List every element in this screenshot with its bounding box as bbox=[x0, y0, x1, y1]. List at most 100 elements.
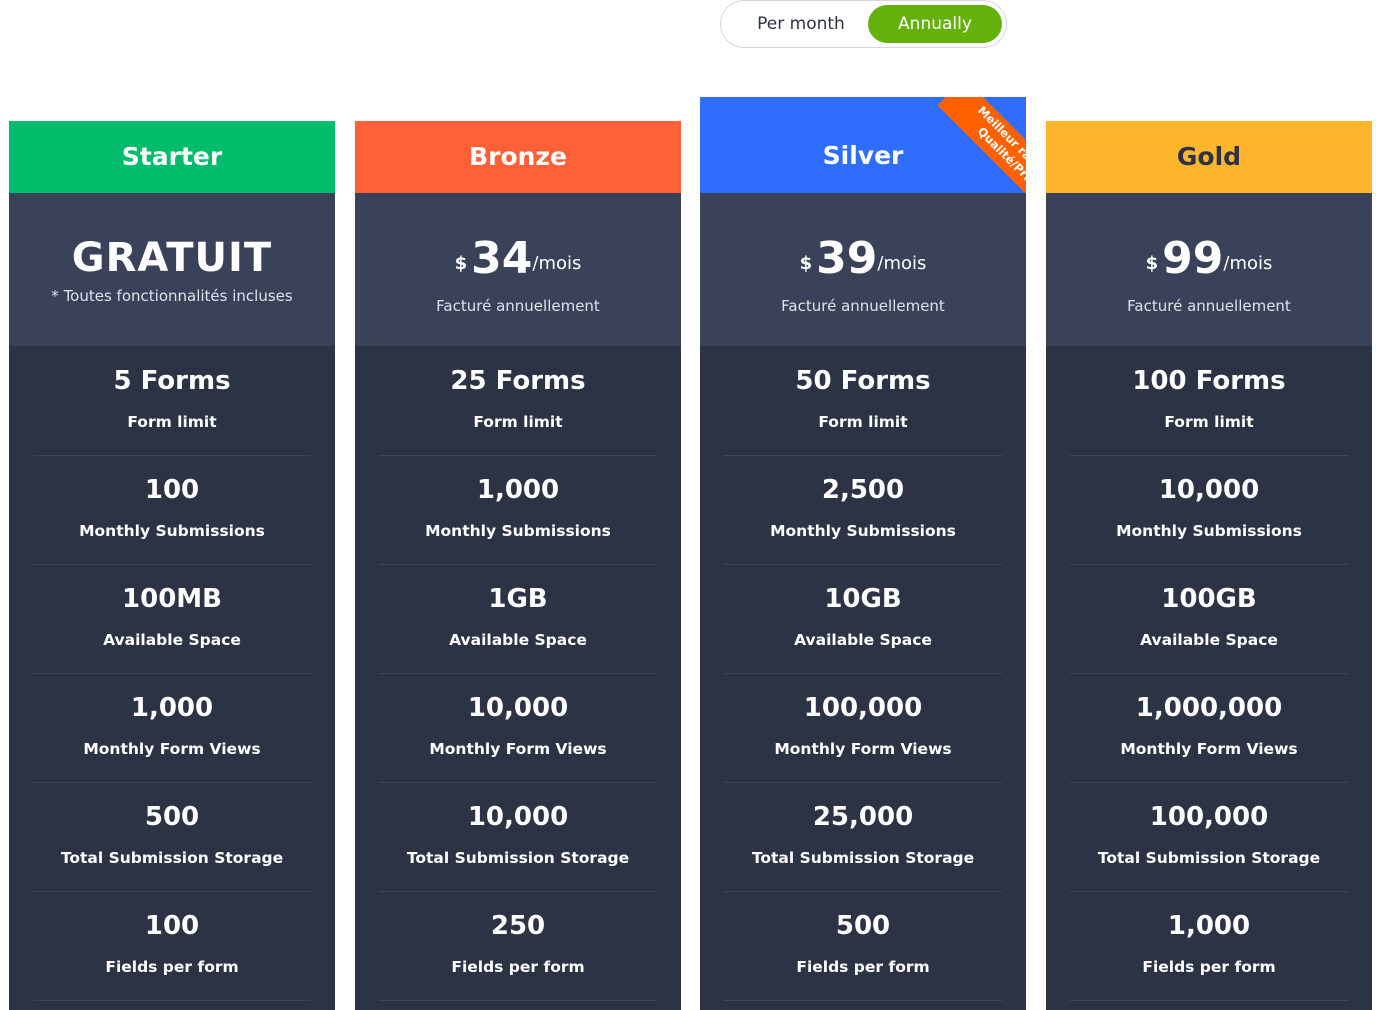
feature-label: Available Space bbox=[449, 631, 587, 649]
feature-row: 25,000 Total Submission Storage bbox=[724, 782, 1002, 892]
ribbon-text: Meilleur rapport Qualité/Prix bbox=[937, 97, 1026, 207]
feature-value: 1,000 bbox=[1167, 911, 1251, 941]
annually-option[interactable]: Annually bbox=[868, 5, 1002, 43]
price-value: 34 bbox=[471, 233, 533, 284]
feature-label: Fields per form bbox=[105, 958, 239, 976]
feature-row: 1,000 Fields per form bbox=[1070, 891, 1348, 1001]
billing-note: Facturé annuellement bbox=[436, 297, 600, 315]
feature-row: 500 Fields per form bbox=[724, 891, 1002, 1001]
price-period: /mois bbox=[1223, 253, 1273, 274]
feature-label: Fields per form bbox=[451, 958, 585, 976]
feature-row: 1,000 Monthly Form Views bbox=[33, 673, 311, 783]
billing-toggle[interactable]: Per month Annually bbox=[720, 0, 1007, 48]
feature-label: Monthly Submissions bbox=[79, 522, 265, 540]
feature-label: Monthly Form Views bbox=[83, 740, 261, 758]
feature-row: 2,500 Monthly Submissions bbox=[724, 455, 1002, 565]
feature-label: Total Submission Storage bbox=[406, 849, 630, 867]
plan-header: Bronze bbox=[355, 121, 681, 193]
feature-label: Available Space bbox=[1140, 631, 1278, 649]
feature-label: Total Submission Storage bbox=[60, 849, 284, 867]
feature-label: Form limit bbox=[1164, 413, 1254, 431]
feature-value: 500 bbox=[835, 911, 891, 941]
feature-row: 10,000 Monthly Submissions bbox=[1070, 455, 1348, 565]
feature-label: Total Submission Storage bbox=[751, 849, 975, 867]
feature-label: Fields per form bbox=[796, 958, 930, 976]
feature-value: 500 bbox=[144, 802, 200, 832]
feature-value: 100,000 bbox=[803, 693, 923, 723]
feature-value: 1,000 bbox=[130, 693, 214, 723]
currency: $ bbox=[799, 253, 813, 274]
feature-label: Monthly Submissions bbox=[425, 522, 611, 540]
price-block: $99/mois Facturé annuellement bbox=[1046, 193, 1372, 346]
feature-row: 5 Forms Form limit bbox=[33, 346, 311, 456]
plan-header: Gold bbox=[1046, 121, 1372, 193]
feature-row: 1,000,000 Monthly Form Views bbox=[1070, 673, 1348, 783]
feature-value: 10GB bbox=[824, 584, 902, 614]
feature-row: 100GB Available Space bbox=[1070, 564, 1348, 674]
plan-card-bronze: Bronze $34/mois Facturé annuellement 25 … bbox=[355, 121, 681, 1010]
price-block: GRATUIT * Toutes fonctionnalités incluse… bbox=[9, 193, 335, 346]
feature-label: Monthly Submissions bbox=[1116, 522, 1302, 540]
price-block: $39/mois Facturé annuellement bbox=[700, 193, 1026, 346]
feature-label: Monthly Submissions bbox=[770, 522, 956, 540]
feature-value: 1GB bbox=[488, 584, 548, 614]
billing-note: Facturé annuellement bbox=[781, 297, 945, 315]
feature-label: Available Space bbox=[794, 631, 932, 649]
currency: $ bbox=[1145, 253, 1159, 274]
plan-name: Starter bbox=[121, 142, 223, 171]
feature-row: 500 Total Submission Storage bbox=[33, 782, 311, 892]
feature-row: 1GB Available Space bbox=[379, 564, 657, 674]
price-value: 99 bbox=[1162, 233, 1224, 284]
feature-row: 100,000 Monthly Form Views bbox=[724, 673, 1002, 783]
feature-row: 1,000 Monthly Submissions bbox=[379, 455, 657, 565]
feature-label: Form limit bbox=[818, 413, 908, 431]
price-note: * Toutes fonctionnalités incluses bbox=[51, 287, 293, 305]
feature-value: 100 Forms bbox=[1132, 366, 1286, 396]
feature-value: 250 bbox=[490, 911, 546, 941]
feature-value: 25 Forms bbox=[450, 366, 586, 396]
feature-row: 100 Forms Form limit bbox=[1070, 346, 1348, 456]
feature-row: 10,000 Monthly Form Views bbox=[379, 673, 657, 783]
feature-label: Total Submission Storage bbox=[1097, 849, 1321, 867]
feature-row: 10,000 Total Submission Storage bbox=[379, 782, 657, 892]
feature-row: 25 Forms Form limit bbox=[379, 346, 657, 456]
feature-label: Fields per form bbox=[1142, 958, 1276, 976]
feature-value: 10,000 bbox=[467, 802, 569, 832]
feature-value: 50 Forms bbox=[795, 366, 931, 396]
feature-value: 5 Forms bbox=[113, 366, 231, 396]
plan-name: Bronze bbox=[469, 142, 567, 171]
feature-label: Available Space bbox=[103, 631, 241, 649]
feature-row: 100,000 Total Submission Storage bbox=[1070, 782, 1348, 892]
currency: $ bbox=[454, 253, 468, 274]
price-block: $34/mois Facturé annuellement bbox=[355, 193, 681, 346]
feature-value: 10,000 bbox=[1158, 475, 1260, 505]
plan-header: Starter bbox=[9, 121, 335, 193]
plan-name: Silver bbox=[822, 141, 904, 170]
feature-label: Monthly Form Views bbox=[774, 740, 952, 758]
price-amount: $99/mois bbox=[1046, 233, 1372, 284]
feature-label: Monthly Form Views bbox=[429, 740, 607, 758]
feature-row: 250 Fields per form bbox=[379, 891, 657, 1001]
billing-note: Facturé annuellement bbox=[1127, 297, 1291, 315]
plan-header: Silver Meilleur rapport Qualité/Prix bbox=[700, 97, 1026, 207]
plan-card-starter: Starter GRATUIT * Toutes fonctionnalités… bbox=[9, 121, 335, 1010]
feature-value: 100GB bbox=[1161, 584, 1257, 614]
feature-value: 1,000 bbox=[476, 475, 560, 505]
per-month-option[interactable]: Per month bbox=[731, 5, 871, 43]
feature-value: 1,000,000 bbox=[1135, 693, 1283, 723]
feature-label: Form limit bbox=[127, 413, 217, 431]
plan-name: Gold bbox=[1176, 142, 1242, 171]
price-period: /mois bbox=[877, 253, 927, 274]
feature-label: Monthly Form Views bbox=[1120, 740, 1298, 758]
feature-value: 100 bbox=[144, 475, 200, 505]
feature-row: 10GB Available Space bbox=[724, 564, 1002, 674]
feature-row: 100MB Available Space bbox=[33, 564, 311, 674]
feature-value: 2,500 bbox=[821, 475, 905, 505]
price-period: /mois bbox=[532, 253, 582, 274]
feature-row: 50 Forms Form limit bbox=[724, 346, 1002, 456]
plan-card-silver: Silver Meilleur rapport Qualité/Prix $39… bbox=[700, 97, 1026, 1010]
price-amount: $34/mois bbox=[355, 233, 681, 284]
feature-value: 25,000 bbox=[812, 802, 914, 832]
feature-label: Form limit bbox=[473, 413, 563, 431]
best-value-ribbon: Meilleur rapport Qualité/Prix bbox=[916, 97, 1026, 207]
